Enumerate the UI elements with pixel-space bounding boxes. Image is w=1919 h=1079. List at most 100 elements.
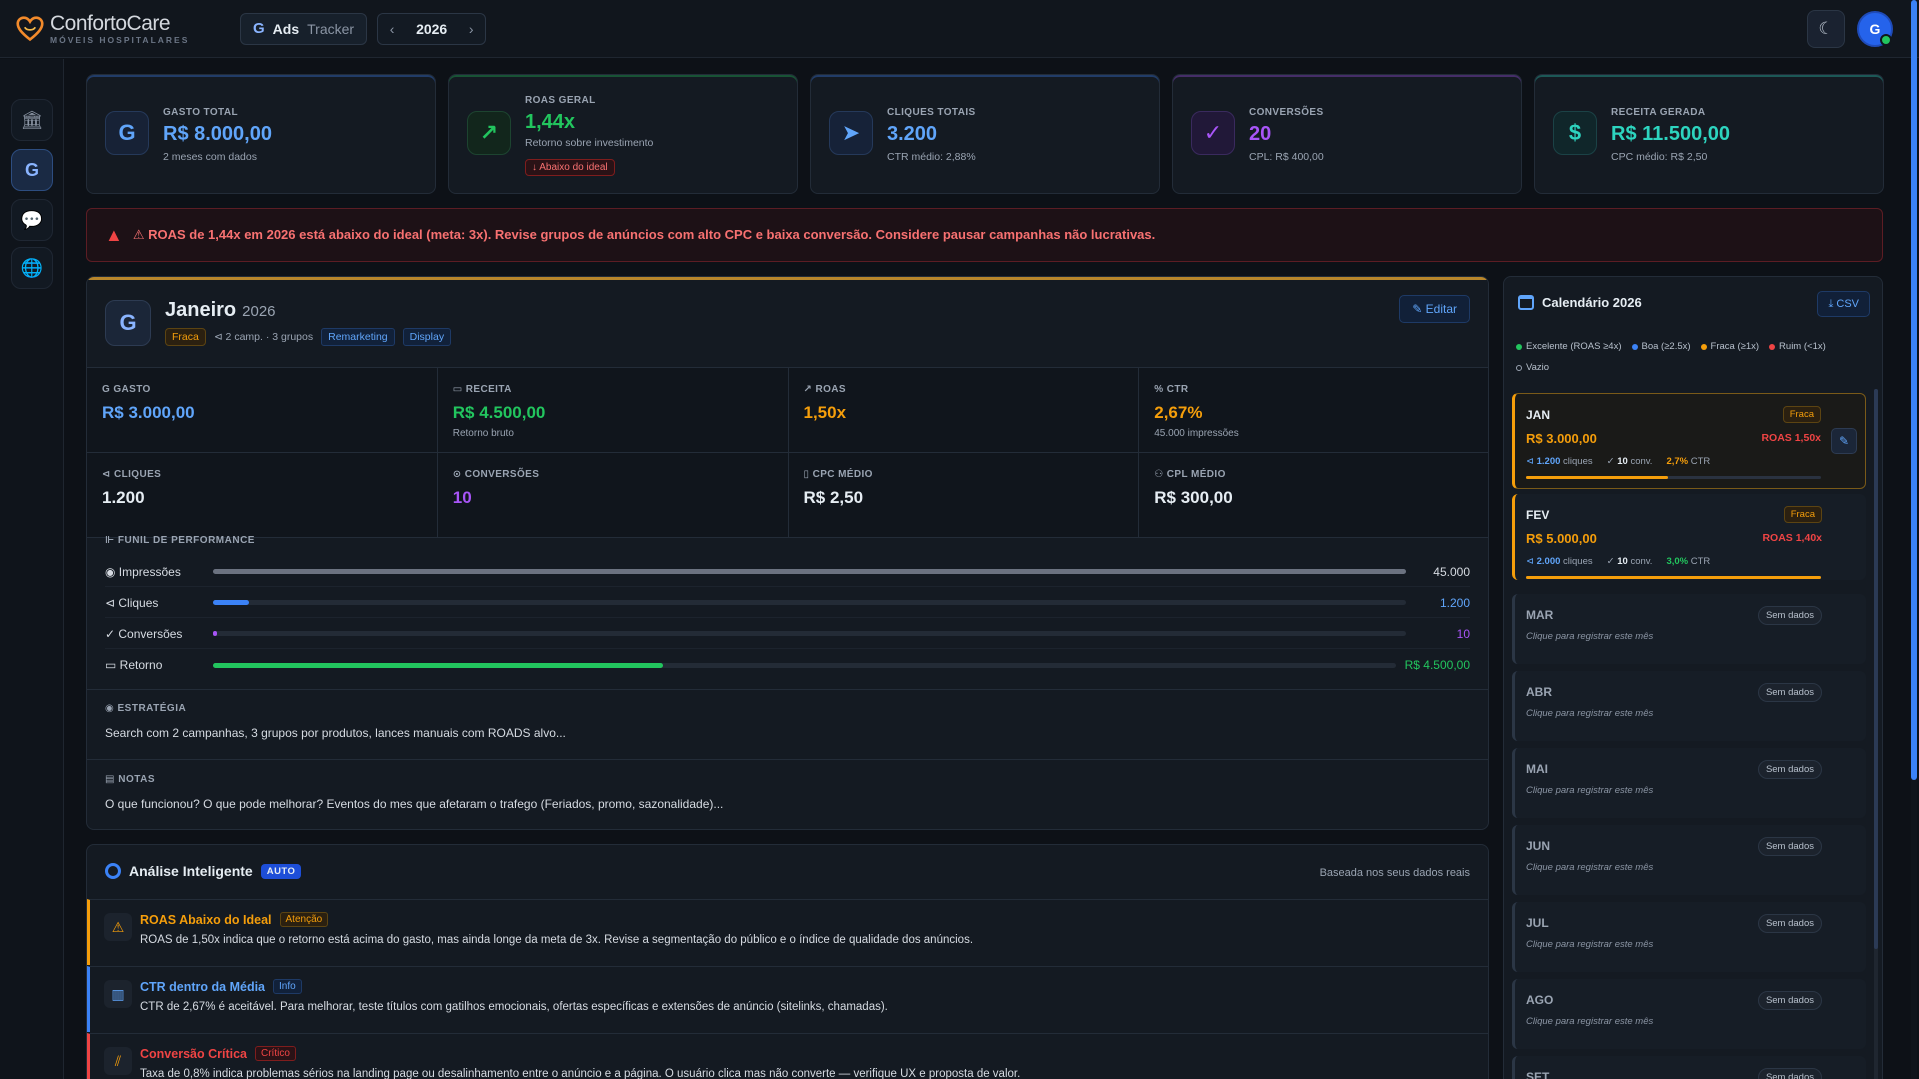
metric-roas: ↗ ROAS 1,50x: [788, 368, 1140, 453]
edit-month-button[interactable]: ✎ Editar: [1399, 295, 1470, 323]
metric-label: ⚇ CPL MÉDIO: [1154, 469, 1226, 480]
calendar-scrollbar[interactable]: [1874, 389, 1878, 1079]
calendar-scroll-thumb[interactable]: [1874, 389, 1878, 949]
clicks-value: 2.000: [1536, 556, 1561, 567]
insight-title: Conversão Crítica: [140, 1046, 247, 1061]
tag-display: Display: [402, 328, 452, 346]
kpi-value: 20: [1249, 123, 1272, 145]
metric-spend: G GASTO R$ 3.000,00: [87, 368, 438, 453]
month-metrics-grid: G GASTO R$ 3.000,00 ▭ RECEITA R$ 4.500,00 R…: [87, 367, 1488, 538]
app-switcher[interactable]: G Ads Tracker: [240, 12, 368, 45]
register-hint: Clique para registrar este mês: [1526, 631, 1654, 642]
prev-year-button[interactable]: ‹: [378, 21, 406, 37]
metric-label: % CTR: [1154, 384, 1189, 395]
month-clicks: ⊲ 2.000 cliques: [1526, 556, 1593, 567]
send-icon: ➤: [829, 111, 873, 155]
calendar-month-mai[interactable]: MAI Sem dados Clique para registrar este m…: [1512, 748, 1866, 818]
insight-text: CTR de 2,67% é aceitável. Para melhorar,…: [140, 1001, 888, 1013]
legend-item: Boa (≥2.5x): [1631, 341, 1691, 352]
metric-value: R$ 4.500,00: [452, 403, 546, 422]
funnel-bar: [213, 600, 249, 605]
current-year: 2026: [416, 20, 448, 37]
metric-cpc: ▯ CPC MÉDIO R$ 2,50: [788, 453, 1140, 538]
month-name: FEV: [1526, 508, 1550, 522]
auto-badge: AUTO: [260, 863, 302, 879]
funnel-track: [213, 631, 1406, 636]
sidebar-item-web[interactable]: 🌐: [11, 247, 53, 289]
calendar-month-set[interactable]: SET Sem dados: [1512, 1056, 1866, 1079]
page-scrollbar[interactable]: [1911, 0, 1917, 1079]
funnel-value: R$ 4.500,00: [1404, 658, 1470, 672]
trend-up-icon: ↗: [467, 111, 511, 155]
calendar-month-jul[interactable]: JUL Sem dados Clique para registrar este m…: [1512, 902, 1866, 972]
insight-title: CTR dentro da Média: [140, 979, 266, 994]
legend-item: Excelente (ROAS ≥4x): [1516, 341, 1622, 352]
month-conversions: ✓ 10 conv.: [1606, 556, 1653, 567]
calendar-legend: Excelente (ROAS ≥4x) Boa (≥2.5x) Fraca (…: [1516, 341, 1856, 373]
funnel-value: 1.200: [1439, 595, 1470, 610]
ctr-label: CTR: [1690, 456, 1711, 467]
sidebar-item-hospital[interactable]: 🏛: [11, 99, 53, 141]
sidebar-item-google-ads[interactable]: G: [11, 149, 53, 191]
hospital-icon: 🏛: [20, 109, 44, 130]
month-ctr: 2,7% CTR: [1666, 456, 1710, 467]
edit-month-pencil-button[interactable]: ✎: [1831, 428, 1857, 454]
month-title: Janeiro: [165, 299, 237, 321]
insight-badge: Info: [273, 979, 302, 994]
funnel-bar: [213, 631, 217, 636]
metric-value: 1,50x: [803, 403, 847, 422]
ctr-value: 2,7%: [1666, 456, 1689, 467]
funnel-track: [213, 662, 1396, 668]
funnel-label: ⊲ Cliques: [105, 595, 159, 610]
calendar-month-ago[interactable]: AGO Sem dados Clique para registrar este m…: [1512, 979, 1866, 1049]
metric-value: 10: [452, 488, 472, 507]
funnel-value: 45.000: [1433, 564, 1470, 579]
brand-logo[interactable]: ConfortoCare MÓVEIS HOSPITALARES: [16, 13, 216, 45]
funnel-row: ◉ Impressões 45.000: [105, 557, 1470, 587]
analysis-icon: [105, 863, 121, 879]
ctr-value: 3,0%: [1666, 556, 1689, 567]
next-year-button[interactable]: ›: [457, 21, 485, 37]
top-bar: ConfortoCare MÓVEIS HOSPITALARES G Ads T…: [0, 0, 1919, 58]
kpi-value: 1,44x: [525, 111, 576, 133]
theme-toggle-button[interactable]: ☾: [1807, 9, 1845, 48]
bar-chart-icon: ▥: [104, 980, 132, 1008]
insight-badge: Crítico: [254, 1046, 296, 1061]
calendar-month-fev[interactable]: FEV Fraca R$ 5.000,00 ROAS 1,40x ⊲ 2.000…: [1512, 494, 1866, 580]
insight-title: ROAS Abaixo do Ideal: [140, 912, 272, 927]
notes-section[interactable]: ▤ NOTAS O que funcionou? O que pode melh…: [105, 774, 1470, 811]
campaign-meta: ⊲ 2 camp. · 3 grupos: [213, 331, 314, 343]
clicks-label: cliques: [1563, 456, 1593, 467]
page-scroll-thumb[interactable]: [1911, 0, 1917, 780]
kpi-sub: CPL: R$ 400,00: [1249, 151, 1324, 163]
user-avatar[interactable]: G: [1857, 10, 1893, 47]
insight-badge: Atenção: [279, 912, 329, 927]
legend-dot: [1516, 364, 1522, 371]
kpi-revenue: $ RECEITA GERADA R$ 11.500,00 CPC médio:…: [1534, 74, 1884, 194]
legend-label: Vazio: [1526, 362, 1550, 373]
no-data-badge: Sem dados: [1757, 760, 1822, 779]
metric-sub: 45.000 impressões: [1154, 428, 1239, 439]
register-hint: Clique para registrar este mês: [1526, 708, 1654, 719]
brand-subtitle: MÓVEIS HOSPITALARES: [50, 34, 190, 45]
strategy-section[interactable]: ◉ ESTRATÉGIA Search com 2 campanhas, 3 g…: [105, 703, 1470, 740]
month-name: MAR: [1526, 608, 1554, 622]
kpi-conversions: ✓ CONVERSÕES 20 CPL: R$ 400,00: [1172, 74, 1522, 194]
kpi-label: CLIQUES TOTAIS: [887, 107, 976, 118]
cash-icon: $: [1553, 111, 1597, 155]
notes-title: ▤ NOTAS: [105, 774, 155, 785]
calendar-month-mar[interactable]: MAR Sem dados Clique para registrar este m…: [1512, 594, 1866, 664]
funnel-track: [213, 600, 1406, 605]
status-badge: Fraca: [1782, 406, 1821, 423]
chat-icon: 💬: [20, 209, 44, 230]
export-csv-button[interactable]: ⤓ CSV: [1817, 291, 1870, 317]
calendar-month-abr[interactable]: ABR Sem dados Clique para registrar este m…: [1512, 671, 1866, 741]
register-hint: Clique para registrar este mês: [1526, 1016, 1654, 1027]
calendar-month-jun[interactable]: JUN Sem dados Clique para registrar este m…: [1512, 825, 1866, 895]
month-name: AGO: [1526, 993, 1554, 1007]
funnel-label: ▭ Retorno: [105, 658, 163, 672]
sidebar-item-chat[interactable]: 💬: [11, 199, 53, 241]
month-spend: R$ 3.000,00: [1526, 431, 1597, 446]
calendar-month-jan[interactable]: JAN Fraca R$ 3.000,00 ROAS 1,50x ⊲ 1.200…: [1512, 393, 1866, 489]
no-data-badge: Sem dados: [1757, 914, 1822, 933]
